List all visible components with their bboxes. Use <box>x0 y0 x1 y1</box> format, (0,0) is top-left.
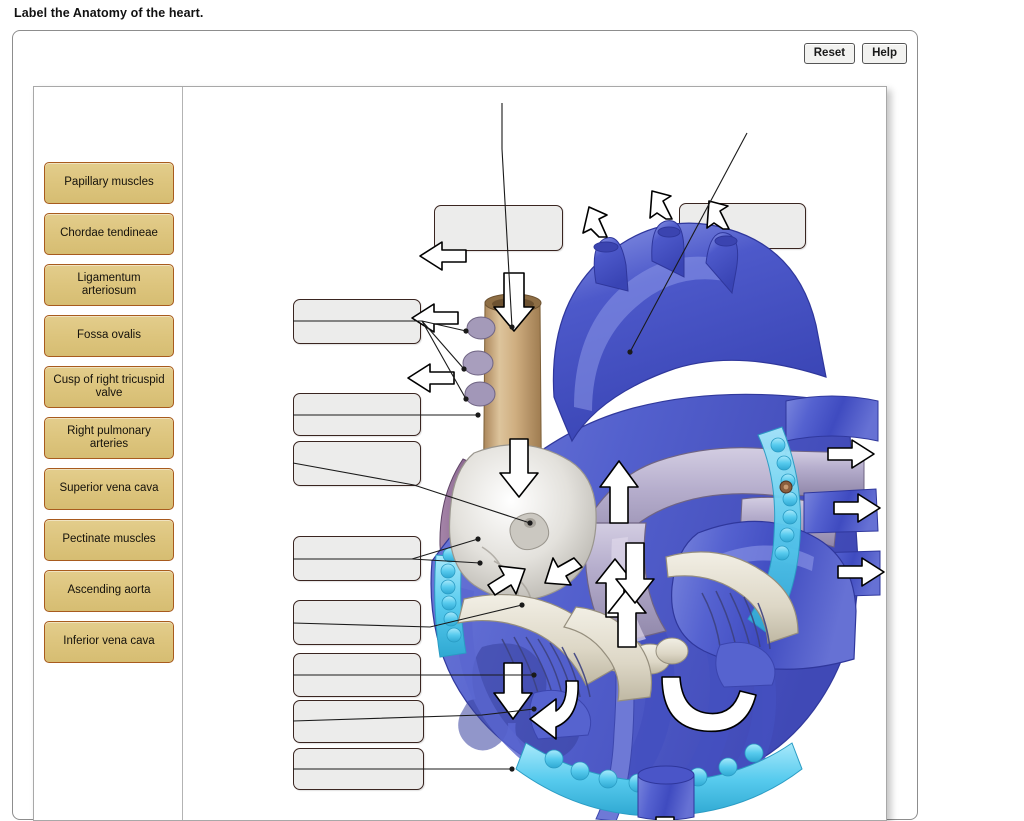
label-chip-papillary-muscles[interactable]: Papillary muscles <box>44 162 174 204</box>
label-chip-right-pulmonary-arteries[interactable]: Right pulmonary arteries <box>44 417 174 459</box>
reset-button[interactable]: Reset <box>803 43 856 64</box>
label-chip-cusp-of-right-tricuspid-valve[interactable]: Cusp of right tricuspid valve <box>44 366 174 408</box>
toolbar: Reset Help <box>803 43 907 64</box>
label-chip-chordae-tendineae[interactable]: Chordae tendineae <box>44 213 174 255</box>
work-panel: Papillary muscles Chordae tendineae Ligame… <box>33 86 887 821</box>
label-chip-ascending-aorta[interactable]: Ascending aorta <box>44 570 174 612</box>
label-bank: Papillary muscles Chordae tendineae Ligame… <box>42 162 176 663</box>
activity-window: Reset Help Papillary muscles Chordae tend… <box>12 30 918 821</box>
heart-illustration <box>182 87 886 820</box>
label-chip-inferior-vena-cava[interactable]: Inferior vena cava <box>44 621 174 663</box>
label-chip-pectinate-muscles[interactable]: Pectinate muscles <box>44 519 174 561</box>
label-chip-fossa-ovalis[interactable]: Fossa ovalis <box>44 315 174 357</box>
label-chip-ligamentum-arteriosum[interactable]: Ligamentum arteriosum <box>44 264 174 306</box>
label-chip-superior-vena-cava[interactable]: Superior vena cava <box>44 468 174 510</box>
page-title: Label the Anatomy of the heart. <box>14 6 204 20</box>
help-button[interactable]: Help <box>862 43 907 64</box>
